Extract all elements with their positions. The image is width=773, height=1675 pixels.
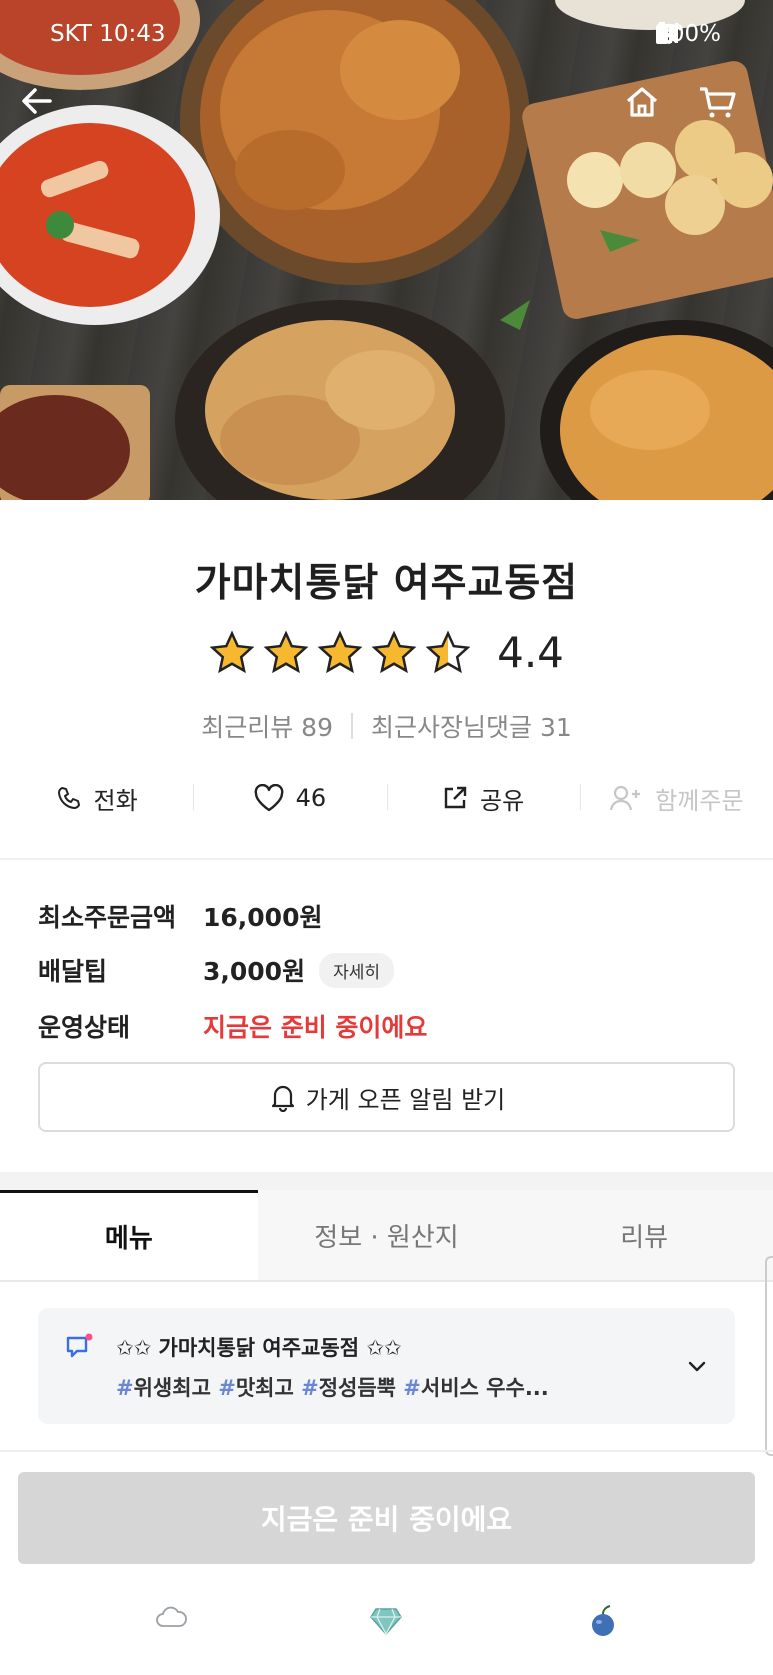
share-icon xyxy=(444,786,467,809)
status-value: 지금은 준비 중이에요 xyxy=(203,1013,428,1042)
store-hero-image: SKT 10:43 100% xyxy=(0,0,773,500)
divider xyxy=(351,713,353,739)
status-row: 운영상태 지금은 준비 중이에요 xyxy=(38,1008,427,1044)
cart-icon xyxy=(700,87,736,118)
food-photo xyxy=(0,0,773,500)
delivery-tip-value: 3,000원 xyxy=(203,957,306,986)
hashtag-mark: # xyxy=(301,1376,319,1400)
store-notice[interactable]: ✩✩ 가마치통닭 여주교동점 ✩✩ #위생최고 #맛최고 #정성듬뿍 #서비스 … xyxy=(38,1308,735,1424)
hashtag-mark: # xyxy=(116,1376,134,1400)
open-alert-button[interactable]: 가게 오픈 알림 받기 xyxy=(38,1062,735,1132)
status-bar: SKT 10:43 100% xyxy=(0,18,773,52)
fruit-icon[interactable] xyxy=(588,1604,618,1638)
owner-replies-link[interactable]: 최근사장님댓글 31 xyxy=(371,708,572,744)
star-full-icon xyxy=(263,629,309,673)
notice-title: ✩✩ 가마치통닭 여주교동점 ✩✩ xyxy=(116,1336,402,1360)
section-divider xyxy=(0,1172,773,1190)
hashtag-mark: # xyxy=(403,1376,421,1400)
chevron-down-icon[interactable] xyxy=(685,1354,709,1378)
status-icons: 100% xyxy=(655,21,721,47)
min-order-row: 최소주문금액 16,000원 xyxy=(38,898,322,934)
recent-reviews-link[interactable]: 최근리뷰 89 xyxy=(201,708,333,744)
battery-icon xyxy=(656,22,669,44)
home-button[interactable] xyxy=(624,84,678,138)
share-button[interactable]: 공유 xyxy=(386,772,580,824)
store-name: 가마치통닭 여주교동점 xyxy=(194,561,579,606)
hashtag-text: 서비스 우수... xyxy=(420,1376,549,1400)
add-person-icon xyxy=(610,785,641,811)
order-button[interactable]: 지금은 준비 중이에요 xyxy=(18,1472,755,1564)
like-count: 46 xyxy=(295,784,327,812)
cart-button[interactable] xyxy=(698,84,752,138)
hashtag-mark: # xyxy=(218,1376,236,1400)
tab-reviews[interactable]: 리뷰 xyxy=(515,1190,773,1280)
carrier-time: SKT 10:43 xyxy=(50,21,166,47)
bottom-nav xyxy=(0,1590,773,1660)
notice-icon xyxy=(66,1333,93,1358)
rating-value: 4.4 xyxy=(497,628,564,677)
star-full-icon xyxy=(209,629,255,673)
rating-row: 4.4 xyxy=(0,628,773,677)
hashtag-text: 정성듬뿍 xyxy=(318,1376,404,1400)
star-half-icon xyxy=(425,629,471,673)
group-order-button[interactable]: 함께주문 xyxy=(579,772,773,824)
tab-menu[interactable]: 메뉴 xyxy=(0,1190,258,1280)
hashtag-text: 맛최고 xyxy=(235,1376,302,1400)
arrow-left-icon xyxy=(22,88,52,114)
home-icon xyxy=(626,87,658,117)
tab-info-origin[interactable]: 정보 · 원산지 xyxy=(258,1190,516,1280)
hashtag-text: 위생최고 xyxy=(133,1376,219,1400)
min-order-value: 16,000원 xyxy=(203,903,323,932)
notice-hashtags: #위생최고 #맛최고 #정성듬뿍 #서비스 우수... xyxy=(116,1372,549,1402)
heart-gem-icon[interactable] xyxy=(368,1604,404,1636)
like-button[interactable]: 46 xyxy=(193,772,386,824)
group-order-label: 함께주문 xyxy=(655,786,744,815)
star-full-icon xyxy=(371,629,417,673)
star-full-icon xyxy=(317,629,363,673)
call-label: 전화 xyxy=(93,786,138,815)
store-tabs: 메뉴 정보 · 원산지 리뷰 xyxy=(0,1190,773,1282)
scrollbar[interactable] xyxy=(765,1256,773,1456)
delivery-tip-row: 배달팁 3,000원 자세히 xyxy=(38,952,394,988)
heart-icon xyxy=(254,784,284,812)
store-actions: 전화 46 공유 함께주문 xyxy=(0,772,773,824)
delivery-tip-detail-button[interactable]: 자세히 xyxy=(319,952,394,988)
cloud-icon[interactable] xyxy=(154,1604,188,1630)
phone-icon xyxy=(57,787,80,809)
section-divider xyxy=(0,858,773,860)
back-button[interactable] xyxy=(20,84,74,138)
bell-icon xyxy=(271,1085,294,1112)
section-divider xyxy=(0,1450,773,1452)
share-label: 공유 xyxy=(480,786,525,815)
min-order-label: 최소주문금액 xyxy=(38,903,177,932)
status-label: 운영상태 xyxy=(38,1013,131,1042)
review-summary: 최근리뷰 89 최근사장님댓글 31 xyxy=(0,708,773,744)
delivery-tip-label: 배달팁 xyxy=(38,957,108,986)
open-alert-label: 가게 오픈 알림 받기 xyxy=(305,1085,506,1114)
call-button[interactable]: 전화 xyxy=(0,772,193,824)
